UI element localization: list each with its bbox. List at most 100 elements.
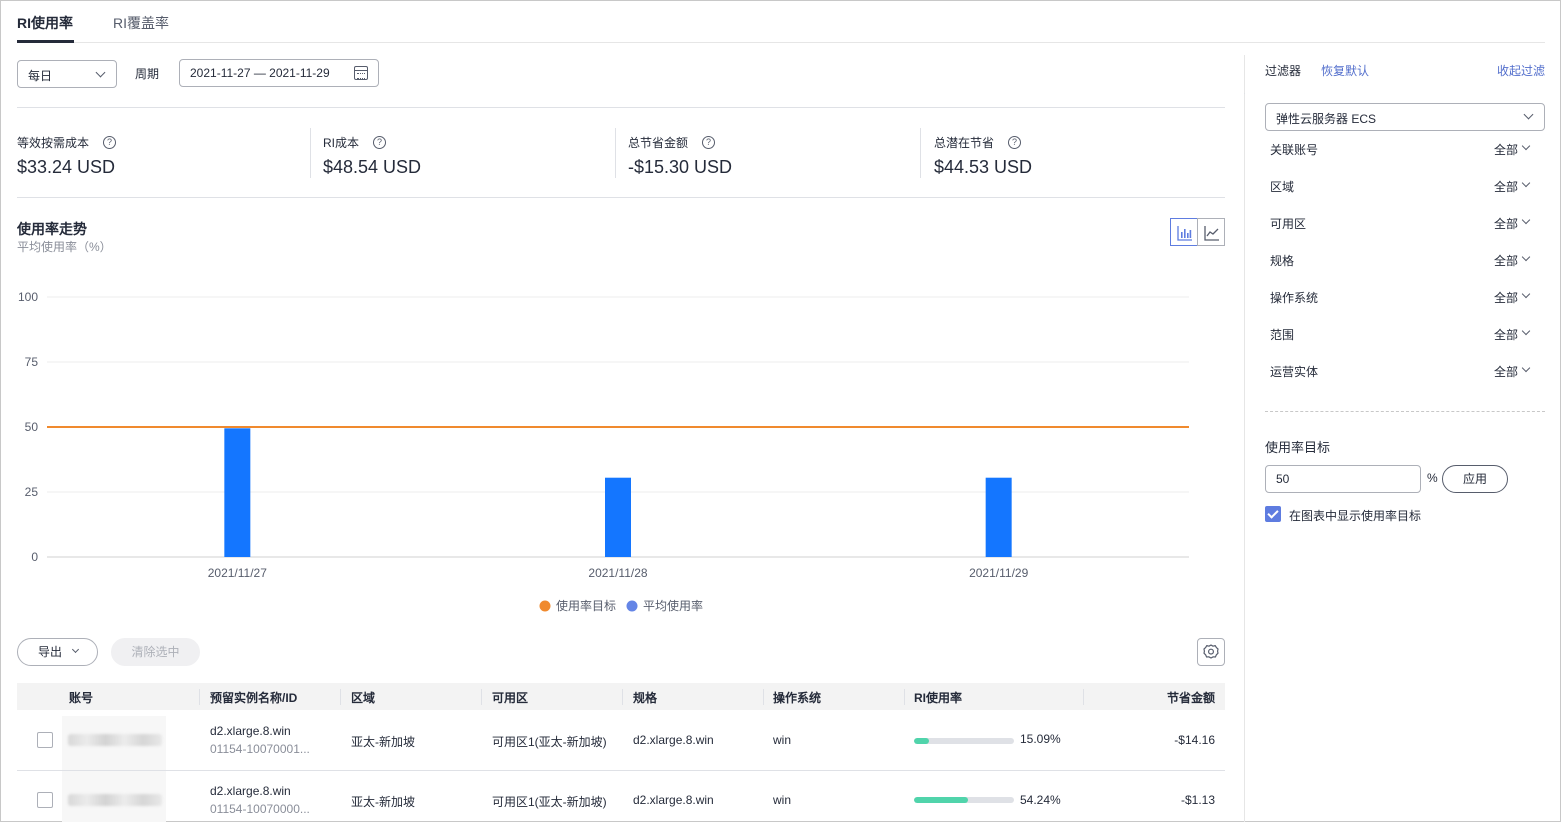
- row-divider: [17, 770, 1225, 771]
- saving-cell: -$1.13: [1180, 793, 1215, 807]
- divider: [1244, 93, 1245, 94]
- filter-row-label: 操作系统: [1270, 291, 1319, 305]
- help-icon[interactable]: ?: [1008, 136, 1022, 149]
- metric-value: $33.24 USD: [17, 157, 116, 177]
- column-header[interactable]: RI使用率: [914, 689, 962, 706]
- divider: [17, 107, 1225, 108]
- saving-cell: -$14.16: [1174, 733, 1215, 747]
- column-divider: [481, 689, 482, 705]
- usage-progress-bar: [914, 797, 1014, 803]
- tab-bar: RI使用率 RI覆盖率: [17, 0, 1545, 43]
- active-tab-indicator: [17, 40, 74, 43]
- column-header[interactable]: 规格: [633, 689, 657, 706]
- filter-row-value[interactable]: 全部: [1494, 326, 1518, 343]
- divider: [310, 128, 311, 178]
- filter-row-label: 范围: [1270, 328, 1295, 342]
- column-divider: [622, 689, 623, 705]
- column-header[interactable]: 节省金额: [1167, 689, 1215, 706]
- filter-row-label: 关联账号: [1270, 143, 1319, 157]
- row-checkbox[interactable]: [37, 732, 53, 748]
- spec-cell: d2.xlarge.8.win: [633, 733, 714, 747]
- y-tick-label: 100: [18, 290, 38, 304]
- filter-row-value[interactable]: 全部: [1494, 141, 1518, 158]
- clear-selection-button[interactable]: 清除选中: [111, 638, 200, 666]
- tab-ri-utilization[interactable]: RI使用率: [17, 13, 73, 33]
- bar-chart-toggle-button[interactable]: [1170, 218, 1198, 246]
- metric-value: -$15.30 USD: [628, 157, 733, 177]
- usage-target-label: 使用率目标: [1265, 440, 1331, 455]
- divider: [920, 128, 921, 178]
- collapse-filter-link[interactable]: 收起过滤: [1497, 62, 1545, 79]
- x-tick-label: 2021/11/29: [969, 566, 1028, 580]
- column-header[interactable]: 操作系统: [773, 689, 821, 706]
- filter-row-value[interactable]: 全部: [1494, 178, 1518, 195]
- service-select[interactable]: 弹性云服务器 ECS: [1265, 103, 1545, 131]
- date-range-picker[interactable]: 2021-11-27 — 2021-11-29: [179, 59, 379, 87]
- table-settings-button[interactable]: [1197, 638, 1225, 666]
- calendar-icon[interactable]: [354, 66, 368, 80]
- y-tick-label: 50: [25, 420, 39, 434]
- help-icon[interactable]: ?: [373, 136, 387, 149]
- column-divider: [904, 689, 905, 705]
- reset-defaults-link[interactable]: 恢复默认: [1321, 62, 1369, 79]
- column-header[interactable]: 账号: [69, 689, 93, 706]
- legend-marker: [626, 600, 638, 612]
- x-tick-label: 2021/11/28: [588, 566, 647, 580]
- chart-subtitle: 平均使用率（%）: [17, 240, 112, 254]
- filter-row-label: 规格: [1270, 254, 1295, 268]
- usage-target-input[interactable]: 50: [1265, 465, 1421, 493]
- filter-row-value[interactable]: 全部: [1494, 289, 1518, 306]
- filter-row-value[interactable]: 全部: [1494, 215, 1518, 232]
- region-cell: 亚太-新加坡: [351, 735, 415, 749]
- gear-icon: [1203, 644, 1219, 659]
- divider: [615, 128, 616, 178]
- y-tick-label: 0: [31, 550, 38, 564]
- column-header[interactable]: 区域: [351, 689, 375, 706]
- show-target-label: 在图表中显示使用率目标: [1289, 509, 1422, 523]
- filter-row-label: 可用区: [1270, 217, 1307, 231]
- tab-ri-coverage[interactable]: RI覆盖率: [113, 13, 169, 33]
- chart-title: 使用率走势: [17, 221, 87, 237]
- usage-target-value: 50: [1276, 472, 1290, 486]
- reserved-instance-id[interactable]: 01154-10070001...: [210, 742, 310, 756]
- row-checkbox[interactable]: [37, 792, 53, 808]
- reserved-instance-name: d2.xlarge.8.win: [210, 724, 291, 738]
- chevron-down-icon: [1523, 109, 1534, 120]
- metric-value: $48.54 USD: [323, 157, 422, 177]
- metric-value: $44.53 USD: [934, 157, 1033, 177]
- line-chart-toggle-button[interactable]: [1197, 218, 1225, 246]
- granularity-value: 每日: [28, 69, 53, 83]
- filter-row-label: 区域: [1270, 180, 1295, 194]
- apply-button[interactable]: 应用: [1442, 465, 1508, 493]
- reserved-instance-id[interactable]: 01154-10070000...: [210, 802, 310, 816]
- help-icon[interactable]: ?: [702, 136, 716, 149]
- legend-label: 使用率目标: [556, 598, 616, 613]
- filter-row-label: 运营实体: [1270, 365, 1319, 379]
- export-button[interactable]: 导出: [17, 638, 98, 666]
- masked-account: [68, 794, 162, 806]
- show-target-checkbox[interactable]: [1265, 506, 1281, 522]
- panel-divider: [1244, 55, 1245, 822]
- divider: [17, 197, 1225, 198]
- usage-progress-fill: [914, 738, 930, 744]
- usage-trend-chart: 100 75 50 25 0 2021/11/27 2021/11/28 2021/11/29…: [18, 290, 1189, 613]
- filter-title: 过滤器: [1265, 64, 1302, 78]
- masked-account: [68, 734, 162, 746]
- column-header[interactable]: 预留实例名称/ID: [210, 689, 297, 706]
- legend-marker: [539, 600, 551, 612]
- export-button-label: 导出: [38, 645, 63, 659]
- granularity-select[interactable]: 每日: [17, 60, 117, 88]
- chevron-down-icon: [95, 67, 106, 78]
- line-chart-icon: [1204, 226, 1219, 241]
- filter-row-value[interactable]: 全部: [1494, 363, 1518, 380]
- usage-cell: 15.09%: [1020, 732, 1061, 746]
- percent-symbol: %: [1427, 471, 1438, 485]
- help-icon[interactable]: ?: [103, 136, 117, 149]
- usage-cell: 54.24%: [1020, 793, 1061, 807]
- table-header: 账号 预留实例名称/ID 区域 可用区 规格 操作系统 RI使用率 节省金额: [17, 683, 1225, 710]
- filter-row-value[interactable]: 全部: [1494, 252, 1518, 269]
- az-cell: 可用区1(亚太-新加坡): [492, 795, 607, 809]
- metric-ondemand-cost: 等效按需成本? $33.24 USD: [17, 134, 117, 178]
- column-header[interactable]: 可用区: [492, 689, 528, 706]
- os-cell: win: [773, 733, 792, 747]
